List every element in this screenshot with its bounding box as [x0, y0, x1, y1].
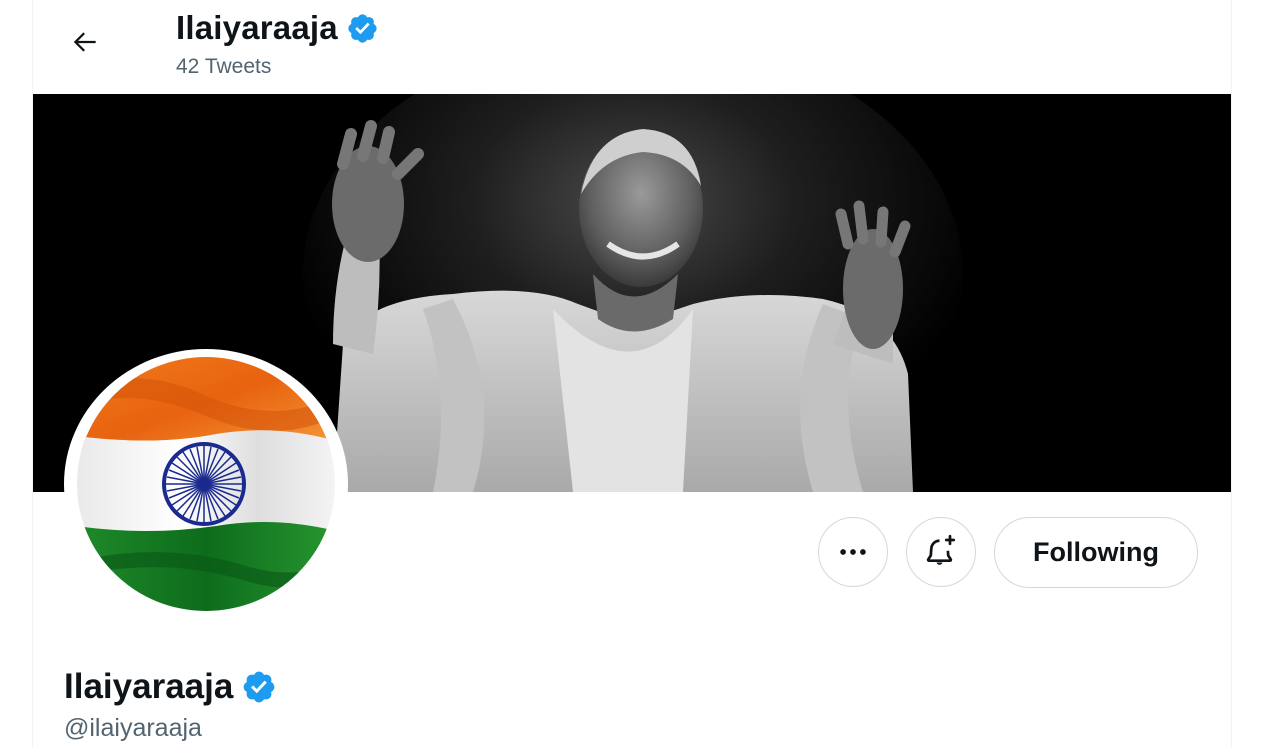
- profile-handle: @ilaiyaraaja: [64, 714, 202, 742]
- profile-avatar[interactable]: [64, 349, 348, 619]
- arrow-left-icon: [73, 32, 96, 52]
- header-display-name: Ilaiyaraaja: [176, 9, 338, 46]
- profile-column: Ilaiyaraaja 42 Tweets Following Ilaiyara…: [32, 0, 1232, 747]
- more-horizontal-icon: [840, 549, 866, 555]
- verified-badge-icon: [241, 669, 277, 705]
- profile-header-bar: Ilaiyaraaja 42 Tweets: [33, 0, 1231, 94]
- page: Ilaiyaraaja 42 Tweets Following Ilaiyara…: [0, 0, 1280, 747]
- back-button[interactable]: [63, 20, 107, 64]
- avatar-flag-image: [77, 357, 335, 611]
- profile-name-row: Ilaiyaraaja: [64, 664, 277, 710]
- bell-plus-icon: [926, 534, 956, 565]
- following-button[interactable]: Following: [994, 517, 1198, 588]
- header-name-row: Ilaiyaraaja: [176, 6, 379, 50]
- verified-badge-icon: [346, 12, 379, 45]
- tweet-count: 42 Tweets: [176, 55, 272, 78]
- notifications-button[interactable]: [906, 517, 976, 587]
- more-options-button[interactable]: [818, 517, 888, 587]
- profile-display-name: Ilaiyaraaja: [64, 667, 234, 706]
